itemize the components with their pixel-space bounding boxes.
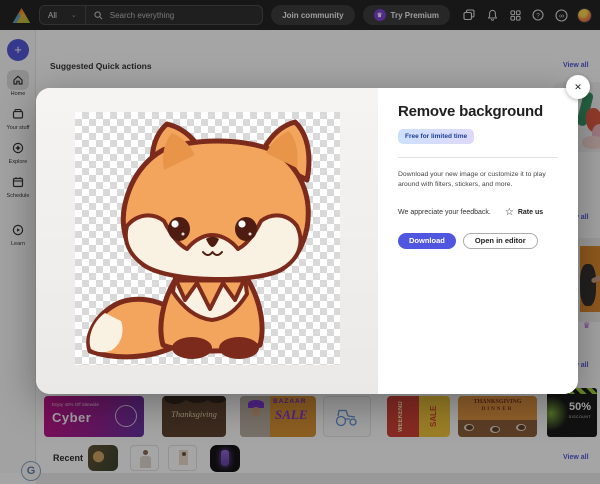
- download-button[interactable]: Download: [398, 233, 456, 249]
- dialog-description: Download your new image or customize it …: [398, 170, 552, 190]
- free-badge: Free for limited time: [398, 129, 474, 144]
- remove-background-dialog: Remove background Free for limited time …: [36, 88, 578, 394]
- dialog-title: Remove background: [398, 103, 558, 120]
- rate-us-link[interactable]: Rate us: [518, 209, 543, 216]
- rate-star-icon: ☆: [505, 207, 514, 218]
- dialog-panel: Remove background Free for limited time …: [378, 88, 578, 394]
- image-preview-pane: [36, 88, 378, 394]
- open-in-editor-button[interactable]: Open in editor: [463, 233, 538, 249]
- transparency-checkerboard: [75, 112, 340, 365]
- app-window: All ⌄ Join community ♛ Try Premium: [0, 0, 600, 484]
- feedback-text: We appreciate your feedback.: [398, 209, 491, 216]
- dialog-buttons: Download Open in editor: [398, 233, 558, 249]
- close-icon[interactable]: ✕: [566, 75, 590, 99]
- fox-image: [75, 112, 340, 365]
- feedback-row: We appreciate your feedback. ☆ Rate us: [398, 207, 558, 218]
- divider: [398, 157, 558, 158]
